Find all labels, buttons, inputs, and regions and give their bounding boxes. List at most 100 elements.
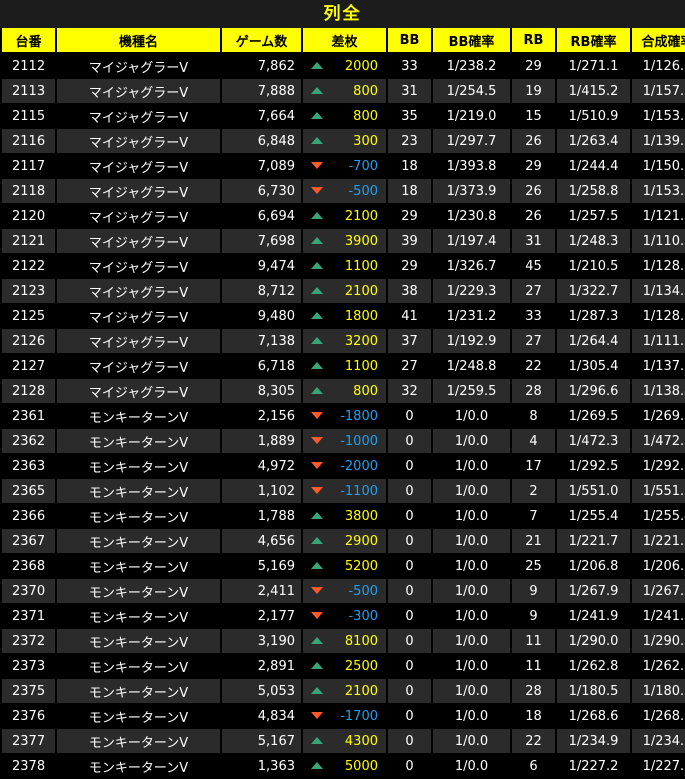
bb-rate-cell: 1/373.9 (433, 179, 510, 204)
table-row[interactable]: 2373 モンキーターンV 2,891 2500 0 1/0.0 11 1/262.8 1/26… (2, 654, 685, 679)
difference-cell: -1800 (303, 404, 386, 429)
header-rb-rate[interactable]: RB確率 (557, 28, 630, 54)
table-row[interactable]: 2363 モンキーターンV 4,972 -2000 0 1/0.0 17 1/292.5 1/2… (2, 454, 685, 479)
table-row[interactable]: 2116 マイジャグラーV 6,848 300 23 1/297.7 26 1/263.4 1/… (2, 129, 685, 154)
games-cell: 3,190 (222, 629, 301, 654)
bb-rate-cell: 1/192.9 (433, 329, 510, 354)
bb-count-cell: 39 (388, 229, 431, 254)
header-machine-number[interactable]: 台番 (2, 28, 55, 54)
arrow-up-icon (311, 237, 323, 244)
table-row[interactable]: 2376 モンキーターンV 4,834 -1700 0 1/0.0 18 1/268.6 1/2… (2, 704, 685, 729)
table-row[interactable]: 2377 モンキーターンV 5,167 4300 0 1/0.0 22 1/234.9 1/23… (2, 729, 685, 754)
bb-rate-cell: 1/238.2 (433, 54, 510, 79)
table-row[interactable]: 2372 モンキーターンV 3,190 8100 0 1/0.0 11 1/290.0 1/29… (2, 629, 685, 654)
combined-rate-cell: 1/262.8 (632, 654, 685, 679)
machine-number-cell: 2118 (2, 179, 55, 204)
header-rb[interactable]: RB (512, 28, 555, 54)
bb-count-cell: 31 (388, 79, 431, 104)
header-bb[interactable]: BB (388, 28, 431, 54)
header-difference[interactable]: 差枚 (303, 28, 386, 54)
table-row[interactable]: 2117 マイジャグラーV 7,089 -700 18 1/393.8 29 1/244.4 1… (2, 154, 685, 179)
machine-name-cell: マイジャグラーV (57, 304, 220, 329)
bb-rate-cell: 1/230.8 (433, 204, 510, 229)
difference-cell: 2500 (303, 654, 386, 679)
arrow-up-icon (311, 62, 323, 69)
table-row[interactable]: 2371 モンキーターンV 2,177 -300 0 1/0.0 9 1/241.9 1/241… (2, 604, 685, 629)
bb-count-cell: 38 (388, 279, 431, 304)
games-cell: 1,889 (222, 429, 301, 454)
table-row[interactable]: 2361 モンキーターンV 2,156 -1800 0 1/0.0 8 1/269.5 1/26… (2, 404, 685, 429)
table-row[interactable]: 2125 マイジャグラーV 9,480 1800 41 1/231.2 33 1/287.3 1… (2, 304, 685, 329)
table-row[interactable]: 2121 マイジャグラーV 7,698 3900 39 1/197.4 31 1/248.3 1… (2, 229, 685, 254)
bb-count-cell: 0 (388, 729, 431, 754)
difference-cell: 8100 (303, 629, 386, 654)
table-row[interactable]: 2368 モンキーターンV 5,169 5200 0 1/0.0 25 1/206.8 1/20… (2, 554, 685, 579)
bb-rate-cell: 1/0.0 (433, 679, 510, 704)
table-row[interactable]: 2115 マイジャグラーV 7,664 800 35 1/219.0 15 1/510.9 1/… (2, 104, 685, 129)
games-cell: 7,664 (222, 104, 301, 129)
difference-value: 3800 (344, 508, 378, 524)
header-combined-rate[interactable]: 合成確率 (632, 28, 685, 54)
table-row[interactable]: 2128 マイジャグラーV 8,305 800 32 1/259.5 28 1/296.6 1/… (2, 379, 685, 404)
table-row[interactable]: 2120 マイジャグラーV 6,694 2100 29 1/230.8 26 1/257.5 1… (2, 204, 685, 229)
rb-rate-cell: 1/322.7 (557, 279, 630, 304)
table-row[interactable]: 2112 マイジャグラーV 7,862 2000 33 1/238.2 29 1/271.1 1… (2, 54, 685, 79)
machine-number-cell: 2128 (2, 379, 55, 404)
machine-name-cell: モンキーターンV (57, 679, 220, 704)
rb-rate-cell: 1/305.4 (557, 354, 630, 379)
table-row[interactable]: 2118 マイジャグラーV 6,730 -500 18 1/373.9 26 1/258.8 1… (2, 179, 685, 204)
table-row[interactable]: 2365 モンキーターンV 1,102 -1100 0 1/0.0 2 1/551.0 1/55… (2, 479, 685, 504)
rb-count-cell: 28 (512, 679, 555, 704)
table-row[interactable]: 2375 モンキーターンV 5,053 2100 0 1/0.0 28 1/180.5 1/18… (2, 679, 685, 704)
machine-name-cell: モンキーターンV (57, 754, 220, 779)
table-row[interactable]: 2126 マイジャグラーV 7,138 3200 37 1/192.9 27 1/264.4 1… (2, 329, 685, 354)
rb-rate-cell: 1/180.5 (557, 679, 630, 704)
table-row[interactable]: 2366 モンキーターンV 1,788 3800 0 1/0.0 7 1/255.4 1/255… (2, 504, 685, 529)
difference-value: 300 (353, 133, 378, 149)
combined-rate-cell: 1/290.0 (632, 629, 685, 654)
games-cell: 5,169 (222, 554, 301, 579)
bb-rate-cell: 1/326.7 (433, 254, 510, 279)
games-cell: 9,480 (222, 304, 301, 329)
rb-rate-cell: 1/227.2 (557, 754, 630, 779)
bb-count-cell: 32 (388, 379, 431, 404)
machine-name-cell: モンキーターンV (57, 529, 220, 554)
header-machine-name[interactable]: 機種名 (57, 28, 220, 54)
bb-count-cell: 23 (388, 129, 431, 154)
difference-value: 1100 (344, 358, 378, 374)
table-row[interactable]: 2122 マイジャグラーV 9,474 1100 29 1/326.7 45 1/210.5 1… (2, 254, 685, 279)
difference-cell: -1000 (303, 429, 386, 454)
difference-value: 1100 (344, 258, 378, 274)
machine-name-cell: モンキーターンV (57, 554, 220, 579)
table-row[interactable]: 2127 マイジャグラーV 6,718 1100 27 1/248.8 22 1/305.4 1… (2, 354, 685, 379)
table-row[interactable]: 2123 マイジャグラーV 8,712 2100 38 1/229.3 27 1/322.7 1… (2, 279, 685, 304)
rb-rate-cell: 1/234.9 (557, 729, 630, 754)
table-row[interactable]: 2113 マイジャグラーV 7,888 800 31 1/254.5 19 1/415.2 1/… (2, 79, 685, 104)
bb-count-cell: 0 (388, 479, 431, 504)
bb-rate-cell: 1/0.0 (433, 654, 510, 679)
machine-number-cell: 2368 (2, 554, 55, 579)
combined-rate-cell: 1/255.4 (632, 504, 685, 529)
machine-number-cell: 2370 (2, 579, 55, 604)
arrow-down-icon (311, 187, 323, 194)
header-bb-rate[interactable]: BB確率 (433, 28, 510, 54)
header-games[interactable]: ゲーム数 (222, 28, 301, 54)
rb-rate-cell: 1/241.9 (557, 604, 630, 629)
games-cell: 8,712 (222, 279, 301, 304)
difference-cell: -500 (303, 179, 386, 204)
bb-count-cell: 0 (388, 554, 431, 579)
bb-rate-cell: 1/231.2 (433, 304, 510, 329)
table-row[interactable]: 2378 モンキーターンV 1,363 5000 0 1/0.0 6 1/227.2 1/227… (2, 754, 685, 779)
arrow-up-icon (311, 262, 323, 269)
machine-number-cell: 2117 (2, 154, 55, 179)
combined-rate-cell: 1/134.0 (632, 279, 685, 304)
combined-rate-cell: 1/139.8 (632, 129, 685, 154)
arrow-up-icon (311, 512, 323, 519)
games-cell: 4,972 (222, 454, 301, 479)
difference-cell: 300 (303, 129, 386, 154)
table-row[interactable]: 2362 モンキーターンV 1,889 -1000 0 1/0.0 4 1/472.3 1/47… (2, 429, 685, 454)
bb-rate-cell: 1/0.0 (433, 629, 510, 654)
table-row[interactable]: 2367 モンキーターンV 4,656 2900 0 1/0.0 21 1/221.7 1/22… (2, 529, 685, 554)
machine-name-cell: モンキーターンV (57, 429, 220, 454)
table-row[interactable]: 2370 モンキーターンV 2,411 -500 0 1/0.0 9 1/267.9 1/267… (2, 579, 685, 604)
